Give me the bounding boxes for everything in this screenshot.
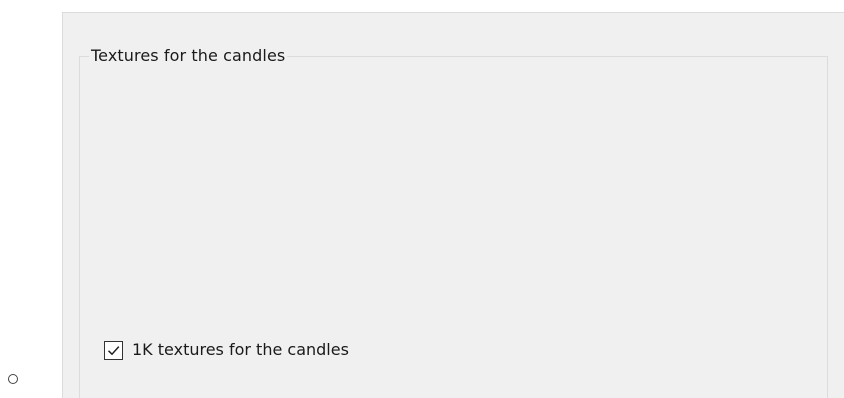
bullet-icon (8, 374, 18, 384)
checkmark-icon (107, 345, 120, 355)
groupbox-title: Textures for the candles (89, 46, 288, 66)
checkbox-box[interactable] (104, 340, 123, 360)
checkbox-label: 1K textures for the candles (132, 340, 349, 359)
page: Textures for the candles 1K textures for… (0, 0, 844, 398)
dialog-panel: Textures for the candles 1K textures for… (62, 12, 844, 398)
candle-textures-checkbox[interactable]: 1K textures for the candles (104, 340, 349, 360)
